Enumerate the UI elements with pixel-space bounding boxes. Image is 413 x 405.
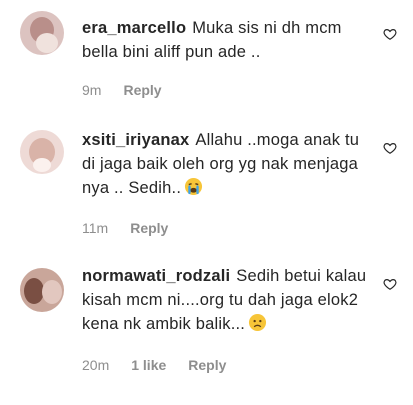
comment-text: normawati_rodzali Sedih betui kalau kisah…	[82, 264, 372, 336]
heart-icon[interactable]	[383, 277, 397, 291]
loudly-crying-face-emoji	[185, 177, 203, 196]
comment-text: xsiti_iriyanax Allahu ..moga anak tu di j…	[82, 128, 372, 200]
heart-icon[interactable]	[383, 141, 397, 155]
avatar[interactable]	[20, 11, 64, 55]
reply-button[interactable]: Reply	[123, 82, 161, 98]
avatar[interactable]	[20, 268, 64, 312]
comment-meta: 9m Reply	[82, 82, 162, 98]
comment-time: 9m	[82, 82, 102, 98]
comment-time: 11m	[82, 220, 109, 236]
comment-meta: 20m 1 like Reply	[82, 357, 226, 373]
sad-face-emoji	[249, 313, 267, 332]
likes-count[interactable]: 1 like	[131, 357, 166, 373]
comment-text: era_marcello Muka sis ni dh mcm bella bin…	[82, 16, 372, 64]
reply-button[interactable]: Reply	[130, 220, 168, 236]
avatar[interactable]	[20, 130, 64, 174]
comment-meta: 11m Reply	[82, 220, 168, 236]
comment-username[interactable]: era_marcello	[82, 19, 186, 37]
heart-icon[interactable]	[383, 27, 397, 41]
comment-username[interactable]: normawati_rodzali	[82, 267, 230, 285]
comment-username[interactable]: xsiti_iriyanax	[82, 131, 189, 149]
reply-button[interactable]: Reply	[188, 357, 226, 373]
comment-time: 20m	[82, 357, 110, 373]
